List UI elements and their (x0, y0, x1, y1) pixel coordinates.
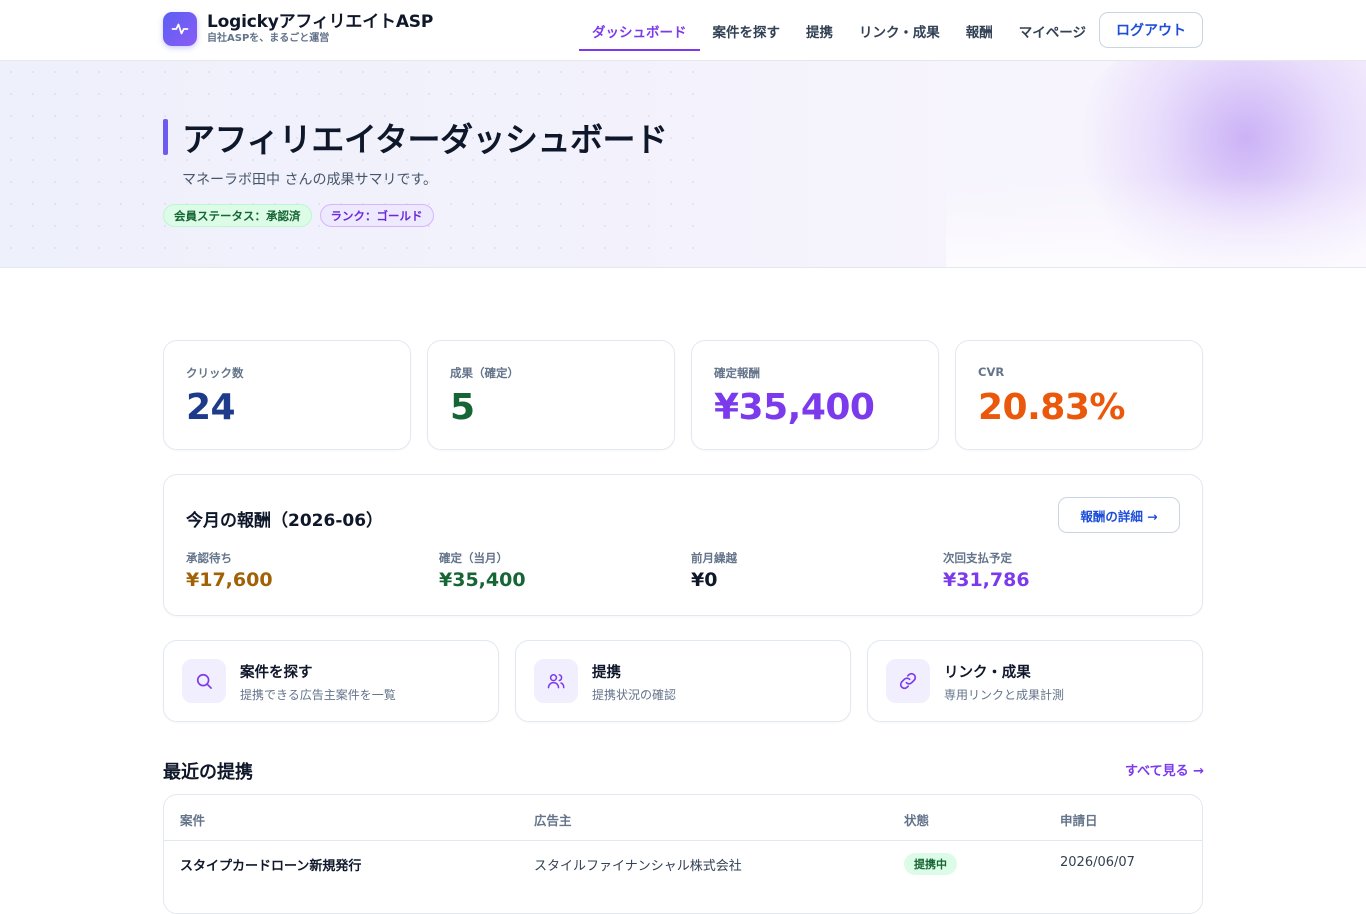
hero-title-block: アフィリエイターダッシュボード (163, 113, 668, 161)
table-row[interactable]: スタイプカードローン新規発行 スタイルファイナンシャル株式会社 提携中 2026… (164, 841, 1202, 885)
see-all-link[interactable]: すべて見る → (1125, 760, 1204, 779)
monthly-item-pending: 承認待ち ¥17,600 (186, 550, 273, 591)
column-header-status[interactable]: 状態 (904, 810, 929, 829)
column-header-campaign[interactable]: 案件 (180, 810, 205, 829)
logout-button[interactable]: ログアウト (1099, 12, 1203, 48)
cell-advertiser: スタイルファイナンシャル株式会社 (534, 859, 742, 874)
nav-partnerships[interactable]: 提携 (793, 0, 846, 61)
shortcut-title: リンク・成果 (944, 665, 1031, 681)
main-nav: ダッシュボード 案件を探す 提携 リンク・成果 報酬 マイページ (579, 0, 1099, 61)
shortcut-description: 専用リンクと成果計測 (944, 688, 1065, 702)
monthly-item-label: 前月繰越 (691, 551, 737, 565)
shortcut-partnerships[interactable]: 提携 提携状況の確認 (515, 640, 851, 722)
search-icon (182, 659, 226, 703)
monthly-rewards-title: 今月の報酬（2026-06） (186, 511, 384, 531)
brand[interactable]: LogickyアフィリエイトASP 自社ASPを、まるごと運営 (163, 12, 433, 46)
monthly-item-value: ¥0 (691, 569, 718, 591)
monthly-item-value: ¥35,400 (439, 569, 526, 591)
monthly-item-carryover: 前月繰越 ¥0 (691, 550, 737, 591)
member-badges: 会員ステータス：承認済 ランク：ゴールド (163, 204, 434, 227)
nav-find-campaigns[interactable]: 案件を探す (700, 0, 794, 61)
nav-links-results[interactable]: リンク・成果 (846, 0, 953, 61)
stat-card-confirmed-reward: 確定報酬 ¥35,400 (691, 340, 939, 450)
rank-badge: ランク：ゴールド (319, 204, 434, 227)
shortcut-links-results[interactable]: リンク・成果 専用リンクと成果計測 (867, 640, 1203, 722)
shortcut-find-campaigns[interactable]: 案件を探す 提携できる広告主案件を一覧 (163, 640, 499, 722)
brand-title: LogickyアフィリエイトASP (207, 12, 434, 32)
hero-dot-pattern (0, 61, 700, 267)
cell-campaign[interactable]: スタイプカードローン新規発行 (180, 855, 361, 874)
stat-value: 5 (450, 387, 475, 428)
monthly-item-label: 次回支払予定 (943, 551, 1012, 565)
stat-value: ¥35,400 (714, 387, 875, 428)
shortcut-description: 提携できる広告主案件を一覧 (240, 688, 396, 702)
title-accent-bar (163, 119, 168, 155)
stat-label: 確定報酬 (714, 366, 760, 380)
monthly-item-label: 承認待ち (186, 551, 232, 565)
page-title: アフィリエイターダッシュボード (182, 120, 668, 159)
shortcut-title: 提携 (592, 665, 621, 681)
stat-label: 成果（確定） (450, 366, 519, 380)
monthly-item-label: 確定（当月） (439, 551, 508, 565)
page-subtitle: マネーラボ田中 さんの成果サマリです。 (182, 172, 438, 188)
monthly-item-value: ¥31,786 (943, 569, 1030, 591)
brand-subtitle: 自社ASPを、まるごと運営 (207, 33, 330, 44)
shortcut-title: 案件を探す (240, 665, 313, 681)
recent-partnerships-table: 案件 広告主 状態 申請日 スタイプカードローン新規発行 スタイルファイナンシャ… (163, 794, 1203, 914)
stat-value: 20.83% (978, 387, 1125, 428)
nav-rewards[interactable]: 報酬 (953, 0, 1006, 61)
table-header: 案件 広告主 状態 申請日 (164, 795, 1202, 841)
pulse-logo-icon (163, 12, 197, 46)
member-status-badge: 会員ステータス：承認済 (163, 204, 312, 227)
monthly-item-next-payment: 次回支払予定 ¥31,786 (943, 550, 1030, 591)
stat-value: 24 (186, 387, 236, 428)
hero-section: アフィリエイターダッシュボード マネーラボ田中 さんの成果サマリです。 会員ステ… (0, 61, 1366, 268)
status-badge: 提携中 (904, 853, 957, 875)
column-header-advertiser[interactable]: 広告主 (534, 810, 572, 829)
stat-label: クリック数 (186, 366, 244, 380)
stat-card-clicks: クリック数 24 (163, 340, 411, 450)
users-icon (534, 659, 578, 703)
hero-fade (946, 177, 1366, 267)
column-header-date[interactable]: 申請日 (1060, 810, 1098, 829)
link-icon (886, 659, 930, 703)
nav-mypage[interactable]: マイページ (1006, 0, 1099, 61)
monthly-rewards-card: 今月の報酬（2026-06） 報酬の詳細 → 承認待ち ¥17,600 確定（当… (163, 474, 1203, 616)
nav-dashboard[interactable]: ダッシュボード (579, 0, 700, 61)
recent-partnerships-title: 最近の提携 (163, 762, 253, 783)
cell-date: 2026/06/07 (1060, 855, 1135, 870)
reward-details-button[interactable]: 報酬の詳細 → (1058, 497, 1180, 533)
top-navigation-bar: LogickyアフィリエイトASP 自社ASPを、まるごと運営 ダッシュボード … (0, 0, 1366, 61)
shortcut-description: 提携状況の確認 (592, 688, 677, 702)
stat-card-cvr: CVR 20.83% (955, 340, 1203, 450)
monthly-item-confirmed: 確定（当月） ¥35,400 (439, 550, 526, 591)
monthly-item-value: ¥17,600 (186, 569, 273, 591)
stat-label: CVR (978, 365, 1005, 379)
stat-card-conversions: 成果（確定） 5 (427, 340, 675, 450)
